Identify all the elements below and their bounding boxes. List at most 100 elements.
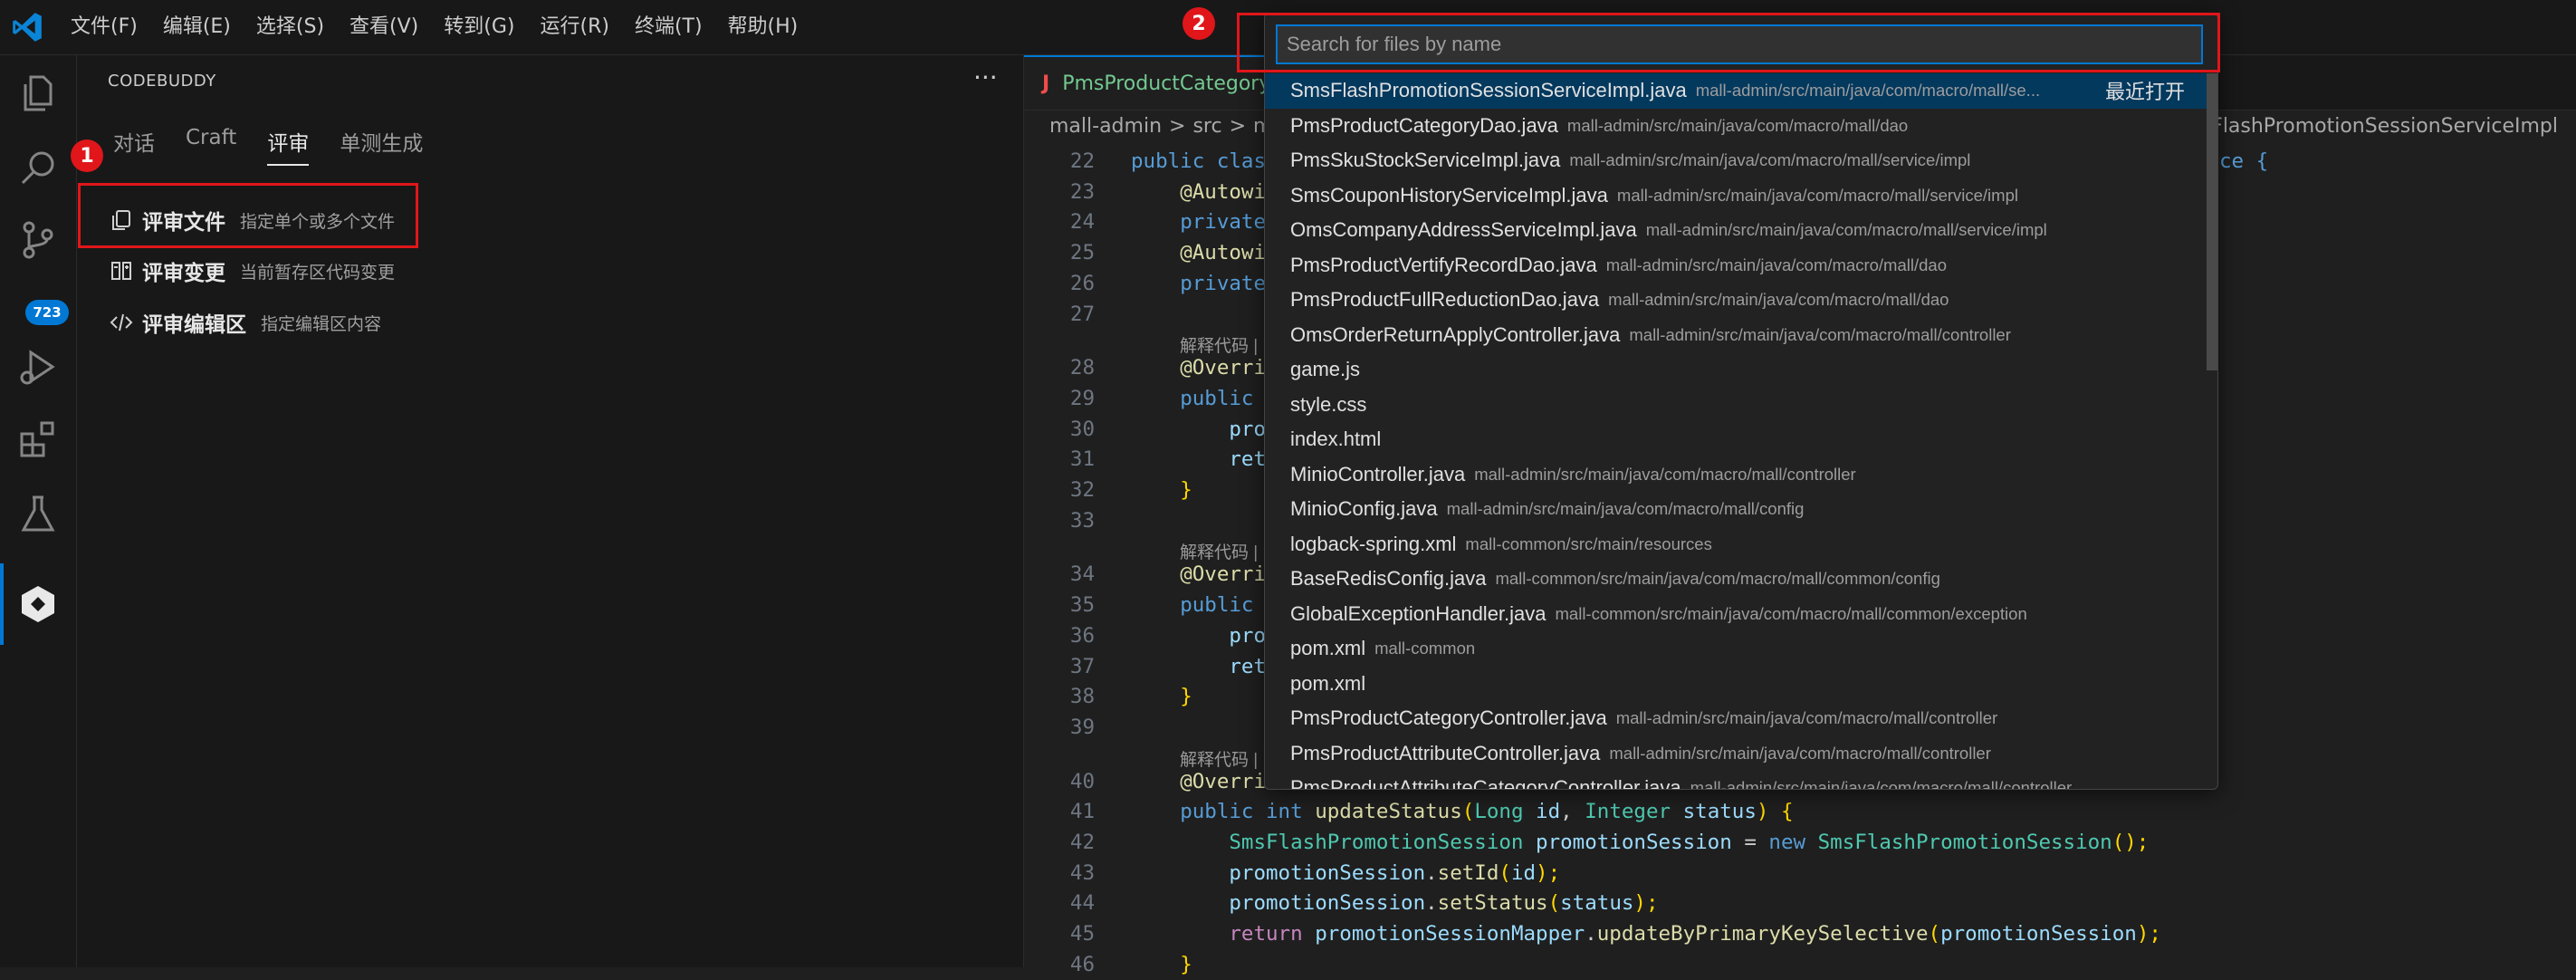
file-result-name: game.js	[1290, 358, 1361, 381]
annotation-step-1: 1	[71, 139, 103, 172]
review-editor-item[interactable]: 评审编辑区 指定编辑区内容	[110, 304, 381, 341]
line-number: 46	[1069, 952, 1095, 976]
menu-view[interactable]: 查看(V)	[337, 0, 431, 54]
line-number: 38	[1069, 685, 1095, 709]
file-result-name: pom.xml	[1290, 637, 1366, 660]
file-result-path: mall-admin/src/main/java/com/macro/mall/…	[1690, 778, 2073, 789]
code-text: @Autowi	[1180, 241, 1267, 265]
file-result-item[interactable]: index.html	[1265, 422, 2207, 457]
file-result-item[interactable]: PmsProductAttributeCategoryController.ja…	[1265, 771, 2207, 789]
file-result-name: OmsOrderReturnApplyController.java	[1290, 322, 1621, 346]
breadcrumb-segment[interactable]: src	[1192, 115, 1221, 138]
file-result-item[interactable]: PmsProductFullReductionDao.java mall-admi…	[1265, 283, 2207, 318]
file-result-path: mall-admin/src/main/java/com/macro/mall/…	[1609, 743, 1991, 763]
menu-file[interactable]: 文件(F)	[58, 0, 150, 54]
file-result-item[interactable]: game.js	[1265, 352, 2207, 388]
breadcrumb-symbol[interactable]: msFlashPromotionSessionServiceImpl	[2181, 115, 2558, 138]
recently-opened-tag: 最近打开	[2095, 76, 2185, 106]
code-text: pro	[1229, 417, 1267, 441]
file-result-item[interactable]: PmsProductCategoryController.java mall-ad…	[1265, 701, 2207, 736]
explorer-icon[interactable]	[16, 72, 60, 115]
file-result-item[interactable]: OmsCompanyAddressServiceImpl.java mall-ad…	[1265, 213, 2207, 248]
file-result-item[interactable]: PmsProductVertifyRecordDao.java mall-admi…	[1265, 248, 2207, 283]
file-result-name: PmsProductCategoryDao.java	[1290, 113, 1558, 137]
file-result-item[interactable]: GlobalExceptionHandler.java mall-common/s…	[1265, 597, 2207, 632]
file-result-path: mall-common/src/main/resources	[1465, 533, 1712, 553]
code-text: @Overri	[1180, 562, 1267, 587]
file-result-name: PmsProductVertifyRecordDao.java	[1290, 253, 1597, 276]
code-line: 45 return promotionSessionMapper.updateB…	[1024, 918, 2576, 949]
activity-bar: 723	[0, 55, 77, 967]
scrollbar-thumb[interactable]	[2207, 73, 2217, 370]
more-actions-icon[interactable]: ···	[973, 62, 998, 92]
code-text: public int updateStatus(Long id, Integer…	[1180, 800, 1794, 824]
line-number: 26	[1069, 271, 1095, 295]
code-text: public	[1180, 593, 1254, 618]
code-line: 44 promotionSession.setStatus(status);	[1024, 888, 2576, 918]
file-result-name: pom.xml	[1290, 671, 1366, 695]
codebuddy-icon[interactable]	[16, 582, 60, 626]
code-text: @Autowi	[1180, 179, 1267, 204]
file-result-item[interactable]: BaseRedisConfig.java mall-common/src/main…	[1265, 562, 2207, 597]
file-result-item[interactable]: MinioController.java mall-admin/src/main/…	[1265, 457, 2207, 493]
file-result-name: PmsProductAttributeCategoryController.ja…	[1290, 776, 1681, 789]
menu-terminal[interactable]: 终端(T)	[622, 0, 715, 54]
file-result-path: mall-admin/src/main/java/com/macro/mall/…	[1645, 220, 2047, 240]
file-result-path: mall-admin/src/main/java/com/macro/mall/…	[1446, 499, 1805, 519]
line-number: 37	[1069, 654, 1095, 678]
file-result-path: mall-admin/src/main/java/com/macro/mall/…	[1566, 115, 1909, 135]
file-result-item[interactable]: logback-spring.xml mall-common/src/main/r…	[1265, 527, 2207, 562]
file-result-item[interactable]: SmsFlashPromotionSessionServiceImpl.java…	[1265, 73, 2207, 109]
code-text: @Overri	[1180, 769, 1267, 793]
line-number: 29	[1069, 386, 1095, 410]
line-number: 42	[1069, 831, 1095, 854]
tab-craft[interactable]: Craft	[186, 126, 236, 166]
file-result-name: MinioConfig.java	[1290, 497, 1438, 521]
file-result-path: mall-admin/src/main/java/com/macro/mall/…	[1695, 81, 2041, 101]
file-result-item[interactable]: style.css	[1265, 388, 2207, 423]
tab-unit-test[interactable]: 单测生成	[340, 126, 423, 166]
menu-bar: 文件(F) 编辑(E) 选择(S) 查看(V) 转到(G) 运行(R) 终端(T…	[58, 0, 810, 54]
code-text: @Overri	[1180, 356, 1267, 380]
code-text: private	[1180, 210, 1267, 235]
file-result-item[interactable]: MinioConfig.java mall-admin/src/main/java…	[1265, 492, 2207, 527]
menu-help[interactable]: 帮助(H)	[715, 0, 811, 54]
file-result-item[interactable]: pom.xml	[1265, 667, 2207, 702]
file-result-item[interactable]: SmsCouponHistoryServiceImpl.java mall-adm…	[1265, 178, 2207, 214]
file-result-name: style.css	[1290, 392, 1367, 416]
file-result-name: SmsCouponHistoryServiceImpl.java	[1290, 183, 1608, 207]
menu-go[interactable]: 转到(G)	[431, 0, 527, 54]
file-result-item[interactable]: OmsOrderReturnApplyController.java mall-a…	[1265, 318, 2207, 353]
menu-selection[interactable]: 选择(S)	[244, 0, 337, 54]
breadcrumb-separator: >	[1169, 115, 1186, 138]
java-file-icon: J	[1042, 72, 1050, 95]
file-result-item[interactable]: PmsSkuStockServiceImpl.java mall-admin/sr…	[1265, 143, 2207, 178]
code-text: ret	[1229, 654, 1267, 678]
line-number: 32	[1069, 478, 1095, 502]
menu-run[interactable]: 运行(R)	[527, 0, 621, 54]
testing-icon[interactable]	[16, 492, 60, 535]
review-editor-desc: 指定编辑区内容	[261, 313, 382, 334]
line-number: 35	[1069, 593, 1095, 618]
code-text: promotionSession.setStatus(status);	[1229, 891, 1659, 916]
tab-chat[interactable]: 对话	[113, 126, 155, 166]
menu-edit[interactable]: 编辑(E)	[150, 0, 244, 54]
file-result-list: SmsFlashPromotionSessionServiceImpl.java…	[1265, 73, 2207, 789]
extensions-icon[interactable]	[16, 418, 60, 461]
line-number: 43	[1069, 860, 1095, 885]
line-number: 41	[1069, 800, 1095, 824]
code-text: }	[1180, 685, 1192, 709]
file-result-item[interactable]: PmsProductCategoryDao.java mall-admin/src…	[1265, 109, 2207, 144]
source-control-icon[interactable]	[16, 218, 60, 262]
line-number: 28	[1069, 356, 1095, 380]
file-result-path: mall-admin/src/main/java/com/macro/mall/…	[1616, 185, 2018, 205]
file-result-name: BaseRedisConfig.java	[1290, 567, 1487, 591]
tab-review[interactable]: 评审	[267, 126, 310, 166]
review-changes-item[interactable]: 评审变更 当前暂存区代码变更	[110, 253, 395, 289]
breadcrumb-segment[interactable]: mall-admin	[1049, 115, 1162, 138]
search-icon[interactable]	[16, 146, 60, 189]
file-result-item[interactable]: pom.xml mall-common	[1265, 631, 2207, 667]
run-debug-icon[interactable]	[16, 345, 60, 389]
code-text: pro	[1229, 623, 1267, 648]
file-result-item[interactable]: PmsProductAttributeController.java mall-a…	[1265, 736, 2207, 772]
